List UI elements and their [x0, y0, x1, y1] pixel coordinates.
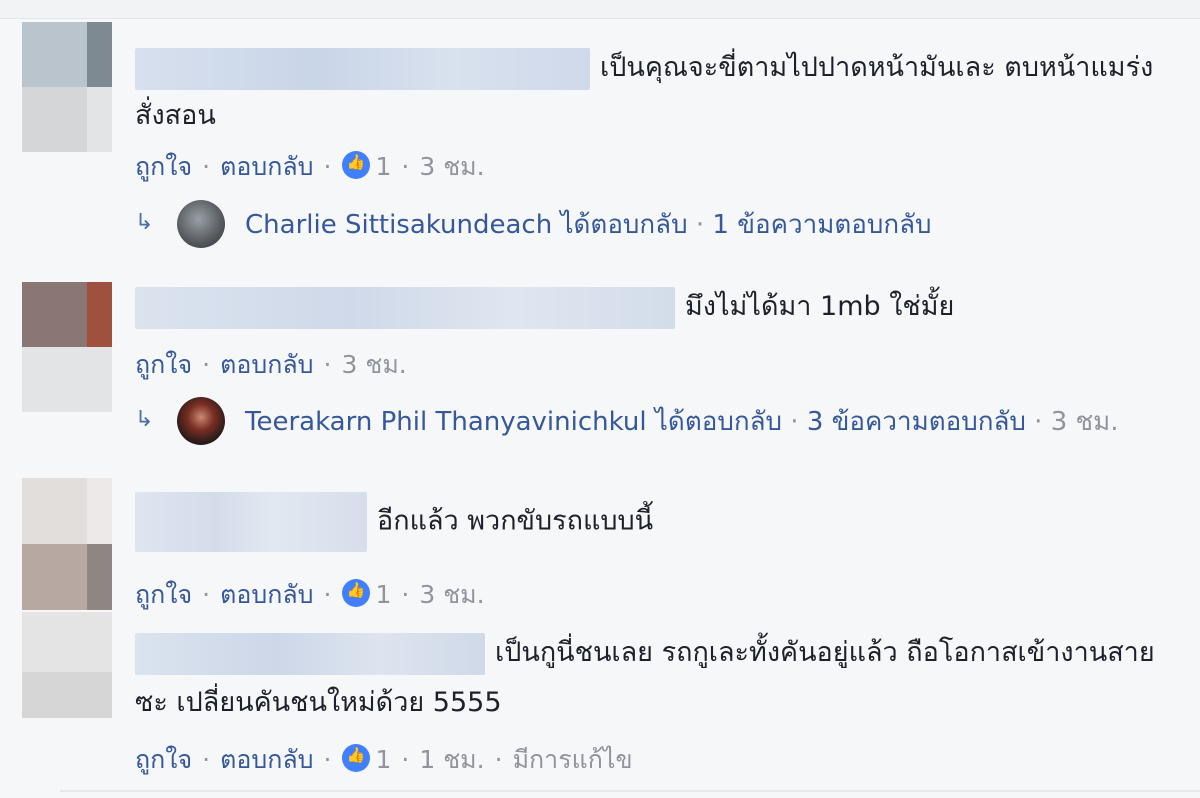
like-reaction-icon[interactable]	[341, 579, 370, 607]
timestamp[interactable]: 3 ชม.	[419, 580, 484, 609]
like-link[interactable]: ถูกใจ	[135, 350, 192, 379]
reply-author-avatar	[177, 200, 225, 248]
like-count[interactable]: 1	[376, 152, 392, 181]
author-name-blurred[interactable]	[135, 286, 675, 329]
top-divider	[0, 0, 1200, 19]
reply-summary-text[interactable]: Charlie Sittisakundeach ได้ตอบกลับ · 1 ข…	[245, 203, 1180, 248]
reply-count: 3 ข้อความตอบกลับ	[806, 407, 1026, 437]
comment-text: เป็นกูนี่ชนเลย รถกูเละทั้งคันอยู่แล้ว ถื…	[135, 628, 1170, 728]
comment-text: อีกแล้ว พวกขับรถแบบนี้	[135, 492, 1170, 552]
comment-actions: ถูกใจ · ตอบกลับ · 3 ชม.	[135, 350, 407, 379]
author-name-blurred[interactable]	[135, 492, 367, 552]
reply-timestamp: 3 ชม.	[1050, 407, 1119, 437]
like-count[interactable]: 1	[376, 580, 392, 609]
timestamp[interactable]: 1 ชม.	[419, 745, 484, 774]
avatar[interactable]	[22, 478, 112, 610]
comment-actions: ถูกใจ·ตอบกลับ·1·1 ชม.·มีการแก้ไข	[135, 740, 633, 780]
reply-author-avatar	[177, 397, 225, 445]
reply-link[interactable]: ตอบกลับ	[220, 580, 313, 609]
reply-link[interactable]: ตอบกลับ	[220, 745, 313, 774]
comment-actions: ถูกใจ·ตอบกลับ·1·3 ชม.	[135, 147, 485, 187]
like-link[interactable]: ถูกใจ	[135, 745, 192, 774]
reply-link[interactable]: ตอบกลับ	[220, 152, 313, 181]
like-reaction-icon[interactable]	[341, 151, 370, 179]
reply-author: Charlie Sittisakundeach	[245, 210, 553, 240]
comment-text: มึงไม่ได้มา 1mb ใช่มั้ย	[135, 282, 1170, 332]
reply-action: ได้ตอบกลับ	[654, 407, 783, 437]
reply-action: ได้ตอบกลับ	[560, 210, 688, 240]
reply-count: 1 ข้อความตอบกลับ	[712, 210, 932, 240]
avatar[interactable]	[22, 22, 112, 152]
bottom-divider	[60, 790, 1200, 792]
timestamp[interactable]: 3 ชม.	[342, 350, 407, 379]
edited-label[interactable]: มีการแก้ไข	[513, 745, 633, 774]
like-reaction-icon[interactable]	[341, 744, 370, 772]
like-link[interactable]: ถูกใจ	[135, 152, 192, 181]
like-count[interactable]: 1	[376, 745, 392, 774]
reply-arrow-icon: ↳	[135, 210, 154, 235]
author-name-blurred[interactable]	[135, 47, 590, 90]
avatar[interactable]	[22, 612, 112, 718]
reply-author: Teerakarn Phil Thanyavinichkul	[245, 407, 647, 437]
reply-arrow-icon: ↳	[135, 407, 154, 432]
timestamp[interactable]: 3 ชม.	[419, 152, 484, 181]
like-link[interactable]: ถูกใจ	[135, 580, 192, 609]
reply-summary-text[interactable]: Teerakarn Phil Thanyavinichkul ได้ตอบกลั…	[245, 400, 1180, 445]
avatar[interactable]	[22, 282, 112, 412]
comment-text: เป็นคุณจะขี่ตามไปปาดหน้ามันเละ ตบหน้าแมร…	[135, 44, 1170, 140]
comment-actions: ถูกใจ·ตอบกลับ·1·3 ชม.	[135, 575, 485, 615]
author-name-blurred[interactable]	[135, 632, 485, 675]
reply-link[interactable]: ตอบกลับ	[220, 350, 313, 379]
